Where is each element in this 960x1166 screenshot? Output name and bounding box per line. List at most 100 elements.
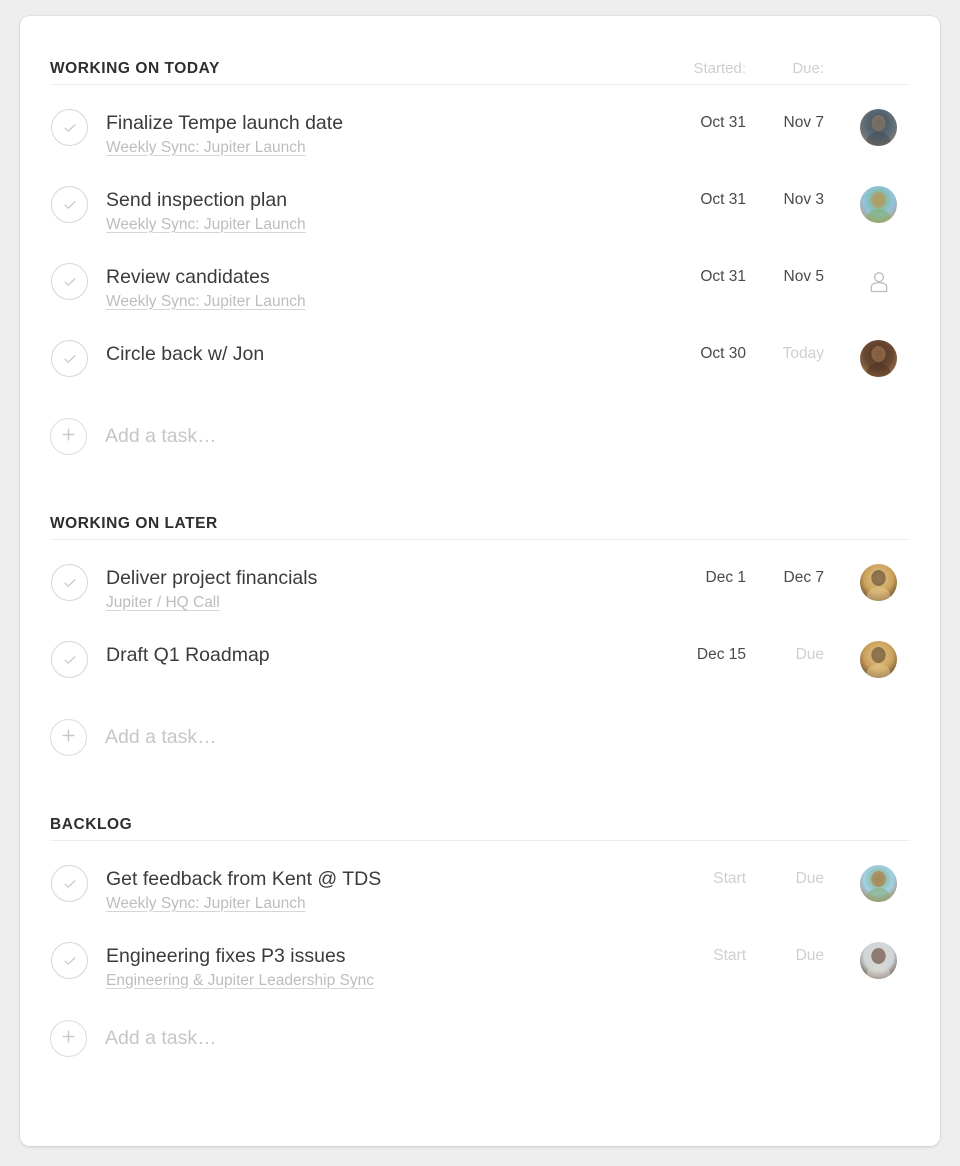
assignee-cell: [832, 340, 910, 377]
task-complete-checkbox[interactable]: [51, 186, 88, 223]
task-dates: Dec 15 Due: [650, 641, 910, 678]
assignee-cell: [832, 263, 910, 300]
task-dates: Start Due: [650, 942, 910, 979]
task-project-link[interactable]: Engineering & Jupiter Leadership Sync: [106, 972, 374, 990]
task-project-link[interactable]: Weekly Sync: Jupiter Launch: [106, 895, 306, 913]
section-header: WORKING ON LATER: [50, 501, 910, 539]
add-task-row[interactable]: Add a task…: [50, 999, 910, 1061]
check-icon: [62, 876, 78, 892]
task-due-date[interactable]: Nov 5: [746, 268, 832, 286]
column-header-due: Due:: [792, 60, 824, 77]
section-header: WORKING ON TODAY Started: Due:: [50, 46, 910, 84]
avatar[interactable]: [860, 564, 897, 601]
avatar[interactable]: [860, 186, 897, 223]
task-due-date[interactable]: Dec 7: [746, 569, 832, 587]
task-due-date[interactable]: Due: [746, 646, 832, 664]
section-divider: [50, 840, 910, 841]
check-icon: [62, 120, 78, 136]
task-complete-checkbox[interactable]: [51, 109, 88, 146]
add-task-button[interactable]: [50, 719, 87, 756]
task-start-date[interactable]: Start: [650, 870, 746, 888]
assignee-cell: [832, 186, 910, 223]
task-row[interactable]: Review candidates Weekly Sync: Jupiter La…: [50, 243, 910, 320]
add-task-row[interactable]: Add a task…: [50, 397, 910, 459]
task-row[interactable]: Deliver project financials Jupiter / HQ C…: [50, 544, 910, 621]
task-content: Deliver project financials Jupiter / HQ C…: [88, 564, 650, 612]
avatar[interactable]: [860, 641, 897, 678]
task-due-date[interactable]: Today: [746, 345, 832, 363]
task-start-date[interactable]: Dec 1: [650, 569, 747, 587]
task-project-link[interactable]: Jupiter / HQ Call: [106, 594, 220, 612]
person-placeholder-icon[interactable]: [860, 263, 897, 300]
assignee-cell: [832, 109, 910, 146]
assignee-cell: [832, 641, 910, 678]
column-headers: Started: Due:: [650, 60, 910, 77]
add-task-input[interactable]: Add a task…: [87, 726, 217, 749]
task-complete-checkbox[interactable]: [51, 942, 88, 979]
column-header-started: Started:: [693, 60, 746, 77]
add-task-input[interactable]: Add a task…: [87, 1027, 217, 1050]
task-start-date[interactable]: Start: [650, 947, 746, 965]
section-title: BACKLOG: [50, 816, 133, 833]
task-dates: Dec 1 Dec 7: [650, 564, 910, 601]
task-start-date[interactable]: Oct 30: [650, 345, 746, 363]
task-row[interactable]: Circle back w/ Jon Oct 30 Today: [50, 320, 910, 397]
section-title: WORKING ON LATER: [50, 515, 218, 532]
task-title[interactable]: Draft Q1 Roadmap: [106, 643, 650, 668]
task-start-date[interactable]: Dec 15: [650, 646, 746, 664]
check-icon: [62, 575, 78, 591]
avatar[interactable]: [860, 865, 897, 902]
task-section: WORKING ON TODAY Started: Due: Finalize Tem…: [50, 46, 910, 459]
assignee-cell: [832, 564, 910, 601]
task-title[interactable]: Get feedback from Kent @ TDS: [106, 867, 650, 892]
task-complete-checkbox[interactable]: [51, 564, 88, 601]
task-start-date[interactable]: Oct 31: [650, 114, 746, 132]
task-dates: Oct 31 Nov 5: [650, 263, 910, 300]
task-title[interactable]: Finalize Tempe launch date: [106, 111, 650, 136]
task-complete-checkbox[interactable]: [51, 263, 88, 300]
avatar[interactable]: [860, 340, 897, 377]
task-row[interactable]: Get feedback from Kent @ TDS Weekly Sync:…: [50, 845, 910, 922]
task-complete-checkbox[interactable]: [51, 340, 88, 377]
task-due-date[interactable]: Due: [746, 947, 832, 965]
task-due-date[interactable]: Nov 3: [746, 191, 832, 209]
task-row[interactable]: Finalize Tempe launch date Weekly Sync: J…: [50, 89, 910, 166]
check-icon: [62, 953, 78, 969]
task-due-date[interactable]: Nov 7: [746, 114, 832, 132]
task-due-date[interactable]: Due: [746, 870, 832, 888]
task-dates: Oct 31 Nov 7: [650, 109, 910, 146]
task-complete-checkbox[interactable]: [51, 641, 88, 678]
task-title[interactable]: Circle back w/ Jon: [106, 342, 650, 367]
task-row[interactable]: Draft Q1 Roadmap Dec 15 Due: [50, 621, 910, 698]
add-task-button[interactable]: [50, 1020, 87, 1057]
task-project-link[interactable]: Weekly Sync: Jupiter Launch: [106, 216, 306, 234]
task-dates: Oct 30 Today: [650, 340, 910, 377]
task-project-link[interactable]: Weekly Sync: Jupiter Launch: [106, 139, 306, 157]
task-title[interactable]: Send inspection plan: [106, 188, 650, 213]
avatar[interactable]: [860, 942, 897, 979]
task-title[interactable]: Review candidates: [106, 265, 650, 290]
check-icon: [62, 652, 78, 668]
task-start-date[interactable]: Oct 31: [650, 191, 746, 209]
task-section: WORKING ON LATER Deliver project financia…: [50, 501, 910, 760]
section-divider: [50, 84, 910, 85]
task-complete-checkbox[interactable]: [51, 865, 88, 902]
add-task-input[interactable]: Add a task…: [87, 425, 217, 448]
task-content: Finalize Tempe launch date Weekly Sync: J…: [88, 109, 650, 157]
task-content: Engineering fixes P3 issues Engineering &…: [88, 942, 650, 990]
check-icon: [62, 274, 78, 290]
add-task-row[interactable]: Add a task…: [50, 698, 910, 760]
section-title: WORKING ON TODAY: [50, 60, 220, 77]
task-row[interactable]: Send inspection plan Weekly Sync: Jupiter…: [50, 166, 910, 243]
task-content: Send inspection plan Weekly Sync: Jupiter…: [88, 186, 650, 234]
task-start-date[interactable]: Oct 31: [650, 268, 746, 286]
task-list-card: WORKING ON TODAY Started: Due: Finalize Tem…: [20, 16, 940, 1146]
task-title[interactable]: Engineering fixes P3 issues: [106, 944, 650, 969]
section-header: BACKLOG: [50, 802, 910, 840]
add-task-button[interactable]: [50, 418, 87, 455]
avatar[interactable]: [860, 109, 897, 146]
task-row[interactable]: Engineering fixes P3 issues Engineering &…: [50, 922, 910, 999]
task-project-link[interactable]: Weekly Sync: Jupiter Launch: [106, 293, 306, 311]
task-title[interactable]: Deliver project financials: [106, 566, 650, 591]
sections-container: WORKING ON TODAY Started: Due: Finalize Tem…: [20, 16, 940, 1061]
